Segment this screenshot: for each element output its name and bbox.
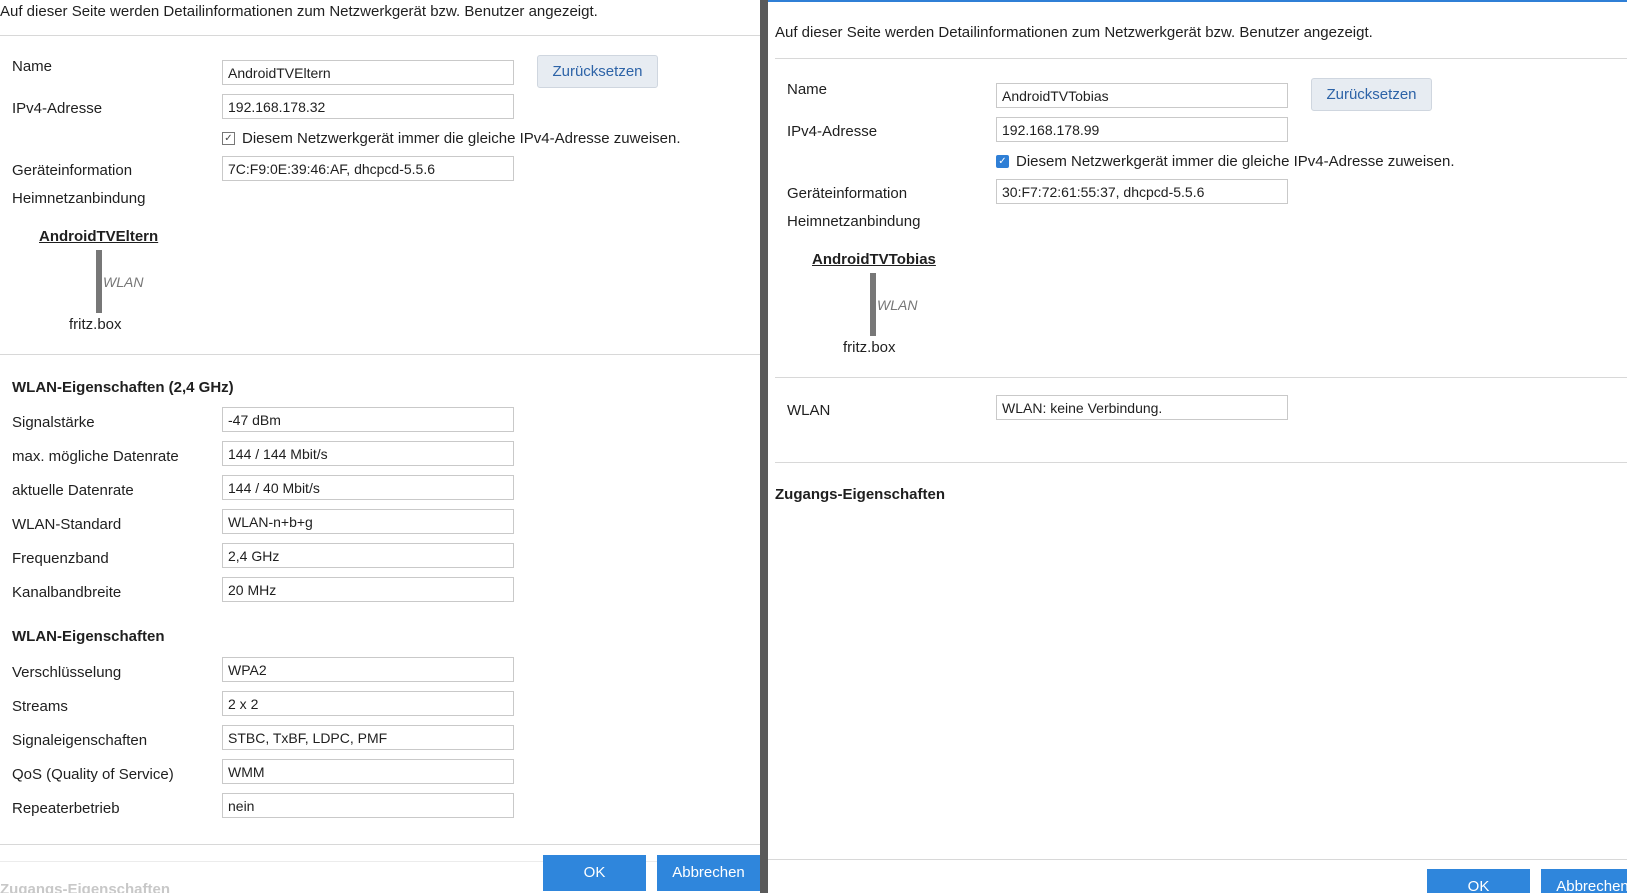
intro-text: Auf dieser Seite werden Detailinformatio… bbox=[0, 3, 598, 20]
wlan24-row-value: 20 MHz bbox=[222, 577, 514, 602]
wlan-row-label: Repeaterbetrieb bbox=[12, 800, 120, 817]
wlan24-row-value: -47 dBm bbox=[222, 407, 514, 432]
ok-button[interactable]: OK bbox=[543, 855, 646, 891]
wlan-row-label: Signaleigenschaften bbox=[12, 732, 148, 749]
fixed-ip-checkbox-label: Diesem Netzwerkgerät immer die gleiche I… bbox=[1016, 153, 1455, 170]
wlan-label: WLAN bbox=[787, 402, 831, 419]
topology-device-name[interactable]: AndroidTVEltern bbox=[39, 228, 158, 245]
divider bbox=[0, 844, 760, 845]
cancel-button[interactable]: Abbrechen bbox=[657, 855, 760, 891]
divider bbox=[775, 462, 1627, 463]
checkbox-icon[interactable]: ✓ bbox=[222, 132, 235, 145]
wlan24-row-label: WLAN-Standard bbox=[12, 516, 122, 533]
wlan-row-value: WPA2 bbox=[222, 657, 514, 682]
connection-type: WLAN bbox=[877, 297, 918, 313]
topology-router: fritz.box bbox=[843, 339, 896, 356]
fixed-ip-checkbox-label: Diesem Netzwerkgerät immer die gleiche I… bbox=[242, 130, 681, 147]
ipv4-input[interactable]: 192.168.178.32 bbox=[222, 94, 514, 119]
topology-router: fritz.box bbox=[69, 316, 122, 333]
connection-line bbox=[96, 250, 102, 313]
divider bbox=[0, 354, 760, 355]
device-info-label: Geräteinformation bbox=[12, 162, 133, 179]
wlan24-row-label: Frequenzband bbox=[12, 550, 109, 567]
wlan24-row-label: Kanalbandbreite bbox=[12, 584, 122, 601]
wlan-row-label: Verschlüsselung bbox=[12, 664, 122, 681]
wlan24-row-value: WLAN-n+b+g bbox=[222, 509, 514, 534]
window-separator bbox=[760, 0, 768, 893]
ok-button[interactable]: OK bbox=[1427, 869, 1530, 893]
wlan24-row-value: 144 / 40 Mbit/s bbox=[222, 475, 514, 500]
access-section-title: Zugangs-Eigenschaften bbox=[775, 486, 946, 503]
wlan-row-label: QoS (Quality of Service) bbox=[12, 766, 174, 783]
connection-type: WLAN bbox=[103, 274, 144, 290]
connection-line bbox=[870, 273, 876, 336]
home-network-label: Heimnetzanbindung bbox=[787, 213, 921, 230]
home-network-label: Heimnetzanbindung bbox=[12, 190, 146, 207]
wlan-row-label: Streams bbox=[12, 698, 68, 715]
name-label: Name bbox=[12, 58, 53, 75]
wlan24-section-title: WLAN-Eigenschaften (2,4 GHz) bbox=[12, 379, 234, 396]
device-info-field: 7C:F9:0E:39:46:AF, dhcpcd-5.5.6 bbox=[222, 156, 514, 181]
wlan24-row-label: max. mögliche Datenrate bbox=[12, 448, 179, 465]
access-section-title: Zugangs-Eigenschaften bbox=[0, 881, 171, 893]
wlan-row-value: STBC, TxBF, LDPC, PMF bbox=[222, 725, 514, 750]
wlan24-row-label: Signalstärke bbox=[12, 414, 95, 431]
reset-button[interactable]: Zurücksetzen bbox=[537, 55, 658, 88]
device-details-panel-left: Auf dieser Seite werden Detailinformatio… bbox=[0, 0, 760, 893]
wlan-row-value: WMM bbox=[222, 759, 514, 784]
device-info-label: Geräteinformation bbox=[787, 185, 908, 202]
divider bbox=[775, 58, 1627, 59]
wlan24-row-label: aktuelle Datenrate bbox=[12, 482, 134, 499]
name-input[interactable]: AndroidTVTobias bbox=[996, 83, 1288, 108]
divider bbox=[0, 35, 760, 36]
device-info-field: 30:F7:72:61:55:37, dhcpcd-5.5.6 bbox=[996, 179, 1288, 204]
wlan-section-title: WLAN-Eigenschaften bbox=[12, 628, 165, 645]
ipv4-label: IPv4-Adresse bbox=[12, 100, 103, 117]
divider bbox=[768, 859, 1627, 860]
wlan24-row-value: 144 / 144 Mbit/s bbox=[222, 441, 514, 466]
wlan24-row-value: 2,4 GHz bbox=[222, 543, 514, 568]
intro-text: Auf dieser Seite werden Detailinformatio… bbox=[775, 24, 1373, 41]
wlan-status-field: WLAN: keine Verbindung. bbox=[996, 395, 1288, 420]
divider bbox=[0, 861, 760, 862]
wlan-row-value: 2 x 2 bbox=[222, 691, 514, 716]
name-label: Name bbox=[787, 81, 828, 98]
cancel-button[interactable]: Abbrechen bbox=[1541, 869, 1627, 893]
reset-button[interactable]: Zurücksetzen bbox=[1311, 78, 1432, 111]
fixed-ip-checkbox-row[interactable]: ✓ Diesem Netzwerkgerät immer die gleiche… bbox=[996, 153, 1455, 170]
wlan-row-value: nein bbox=[222, 793, 514, 818]
device-details-panel-right: Auf dieser Seite werden Detailinformatio… bbox=[768, 0, 1627, 893]
topology-device-name[interactable]: AndroidTVTobias bbox=[812, 251, 936, 268]
ipv4-label: IPv4-Adresse bbox=[787, 123, 878, 140]
divider bbox=[775, 377, 1627, 378]
ipv4-input[interactable]: 192.168.178.99 bbox=[996, 117, 1288, 142]
fixed-ip-checkbox-row[interactable]: ✓ Diesem Netzwerkgerät immer die gleiche… bbox=[222, 130, 681, 147]
name-input[interactable]: AndroidTVEltern bbox=[222, 60, 514, 85]
checkbox-icon[interactable]: ✓ bbox=[996, 155, 1009, 168]
